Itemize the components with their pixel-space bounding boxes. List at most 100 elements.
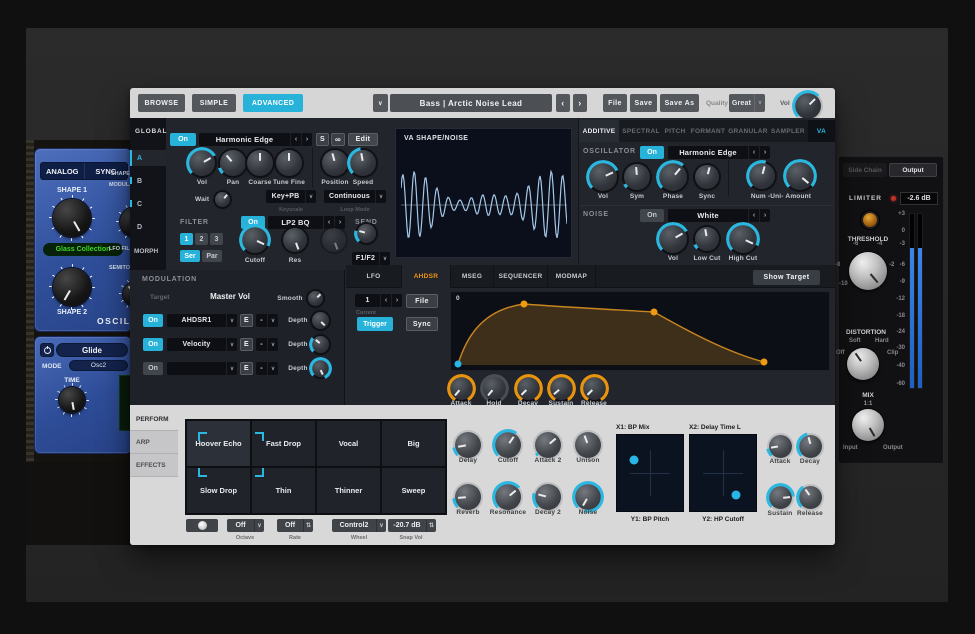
filter-slot-1[interactable]: 1 bbox=[180, 233, 193, 245]
snapshot-pad[interactable]: Big bbox=[382, 421, 445, 466]
mod-row2-source[interactable]: Velocity ∨ bbox=[167, 338, 237, 351]
macro-delay-knob[interactable] bbox=[455, 432, 481, 458]
noise-lowcut-knob[interactable] bbox=[695, 227, 719, 251]
wait-knob[interactable] bbox=[215, 192, 230, 207]
tab-modmap[interactable]: MODMAP bbox=[548, 265, 596, 288]
tab-mseg[interactable]: MSEG bbox=[450, 265, 494, 288]
next-icon[interactable]: › bbox=[301, 133, 312, 146]
shape1-knob[interactable] bbox=[53, 199, 91, 237]
tab-spectral[interactable]: SPECTRAL bbox=[622, 120, 660, 142]
envelope-display[interactable]: 0 bbox=[450, 291, 830, 371]
audition-button[interactable]: ∞ bbox=[331, 133, 345, 146]
noise-vol-knob[interactable] bbox=[659, 225, 687, 253]
glide-time-knob[interactable] bbox=[59, 387, 85, 413]
mod-row1-on[interactable]: On bbox=[143, 314, 163, 327]
noise-on-button[interactable]: On bbox=[640, 209, 664, 222]
env-start-handle[interactable] bbox=[455, 361, 462, 368]
mod-row2-on[interactable]: On bbox=[143, 338, 163, 351]
layer-tab-c[interactable]: C bbox=[130, 196, 166, 212]
engine-osc-on-button[interactable]: On bbox=[640, 146, 664, 159]
macro-decay2-knob[interactable] bbox=[535, 484, 561, 510]
preset-next-button[interactable]: › bbox=[573, 94, 587, 112]
glide-power-button[interactable] bbox=[40, 343, 54, 357]
macro-noise-knob[interactable] bbox=[575, 484, 601, 510]
engine-phase-knob[interactable] bbox=[659, 163, 687, 191]
snapshot-knob-button[interactable] bbox=[186, 519, 218, 532]
master-vol-knob[interactable] bbox=[795, 93, 821, 119]
tab-advanced[interactable]: ADVANCED bbox=[243, 94, 303, 112]
tab-ahdsr[interactable]: AHDSR bbox=[402, 265, 450, 288]
snapshot-pad[interactable]: Hoover Echo bbox=[187, 421, 250, 466]
env-hold-knob[interactable] bbox=[483, 377, 506, 400]
edit-button[interactable]: Edit bbox=[348, 133, 378, 146]
tab-sampler[interactable]: SAMPLER bbox=[770, 120, 806, 142]
macro-unison-knob[interactable] bbox=[575, 432, 601, 458]
file-button[interactable]: File bbox=[603, 94, 627, 112]
tab-effects[interactable]: EFFECTS bbox=[130, 454, 178, 477]
tab-perform[interactable]: PERFORM bbox=[130, 408, 178, 431]
macro-reverb-knob[interactable] bbox=[455, 484, 481, 510]
filter-slot-2[interactable]: 2 bbox=[195, 233, 208, 245]
preset-prev-button[interactable]: ‹ bbox=[556, 94, 570, 112]
xy-pad-1[interactable] bbox=[616, 434, 684, 512]
perform-release-knob[interactable] bbox=[799, 486, 822, 509]
snap-vol-stepper[interactable]: -20.7 dB ⇅ bbox=[388, 519, 436, 532]
res-knob[interactable] bbox=[283, 228, 307, 252]
layer-tab-d[interactable]: D bbox=[130, 219, 166, 235]
preset-menu-button[interactable]: ∨ bbox=[373, 94, 388, 112]
filter-slot-3[interactable]: 3 bbox=[210, 233, 223, 245]
analog-button[interactable]: ANALOG bbox=[41, 163, 85, 179]
xy-pad-2[interactable] bbox=[689, 434, 757, 512]
show-target-button[interactable]: Show Target bbox=[753, 270, 820, 285]
tab-formant[interactable]: FORMANT bbox=[690, 120, 726, 142]
sync-button[interactable]: Sync bbox=[406, 317, 438, 331]
layer-tab-b[interactable]: B bbox=[130, 173, 166, 189]
tab-sequencer[interactable]: SEQUENCER bbox=[494, 265, 548, 288]
env-sustain-knob[interactable] bbox=[550, 377, 573, 400]
mod-row1-via[interactable]: - ∨ bbox=[256, 314, 278, 327]
engine-uni-amount-knob[interactable] bbox=[786, 162, 814, 190]
osc-coarse-knob[interactable] bbox=[247, 150, 273, 176]
mod-row3-via[interactable]: - ∨ bbox=[256, 362, 278, 375]
filter-extra-knob[interactable] bbox=[322, 228, 346, 252]
engine-sym-knob[interactable] bbox=[624, 164, 650, 190]
octave-select[interactable]: Off ∨ bbox=[227, 519, 264, 532]
send-knob[interactable] bbox=[357, 224, 376, 243]
keyscale-select[interactable]: Key+PB ∨ bbox=[266, 190, 316, 203]
mod-row2-curve[interactable]: E bbox=[240, 338, 253, 351]
layer-tab-morph[interactable]: MORPH bbox=[130, 243, 166, 259]
wheel-select[interactable]: Control2 ∨ bbox=[332, 519, 386, 532]
prev-icon[interactable]: ‹ bbox=[748, 209, 759, 222]
snapshot-pad[interactable]: Thin bbox=[252, 468, 315, 513]
tab-granular[interactable]: GRANULAR bbox=[728, 120, 768, 142]
env-release-knob[interactable] bbox=[583, 377, 606, 400]
tab-browse[interactable]: BROWSE bbox=[138, 94, 185, 112]
mod-row1-source[interactable]: AHDSR1 ∨ bbox=[167, 314, 237, 327]
xy1-handle[interactable] bbox=[629, 456, 638, 465]
env-attack-handle[interactable] bbox=[521, 301, 528, 308]
tab-pitch[interactable]: PITCH bbox=[662, 120, 688, 142]
send-dest-select[interactable]: F1/F2 ∨ bbox=[352, 252, 390, 265]
env-decay-knob[interactable] bbox=[517, 377, 540, 400]
tab-va[interactable]: VA bbox=[808, 120, 835, 142]
perform-sustain-knob[interactable] bbox=[769, 486, 792, 509]
quality-select[interactable]: Great ∨ bbox=[729, 94, 765, 112]
osc-position-knob[interactable] bbox=[322, 150, 348, 176]
mod-row1-depth-knob[interactable] bbox=[312, 312, 329, 329]
filter-parallel-button[interactable]: Par bbox=[202, 250, 222, 262]
env-decay-handle[interactable] bbox=[651, 309, 658, 316]
tab-arp[interactable]: ARP bbox=[130, 431, 178, 454]
snapshot-pad[interactable]: Fast Drop bbox=[252, 421, 315, 466]
env-attack-knob[interactable] bbox=[450, 377, 473, 400]
snapshot-pad[interactable]: Thinner bbox=[317, 468, 380, 513]
osc-source-select[interactable]: Harmonic Edge ‹ › bbox=[199, 133, 312, 146]
snapshot-pad[interactable]: Vocal bbox=[317, 421, 380, 466]
side-chain-tab[interactable]: Side Chain bbox=[843, 163, 887, 177]
mod-row2-via[interactable]: - ∨ bbox=[256, 338, 278, 351]
engine-vol-knob[interactable] bbox=[589, 163, 617, 191]
osc-pan-knob[interactable] bbox=[220, 150, 246, 176]
prev-icon[interactable]: ‹ bbox=[290, 133, 301, 146]
prev-icon[interactable]: ‹ bbox=[380, 294, 391, 307]
xy2-handle[interactable] bbox=[732, 491, 741, 500]
env-file-button[interactable]: File bbox=[406, 294, 438, 308]
